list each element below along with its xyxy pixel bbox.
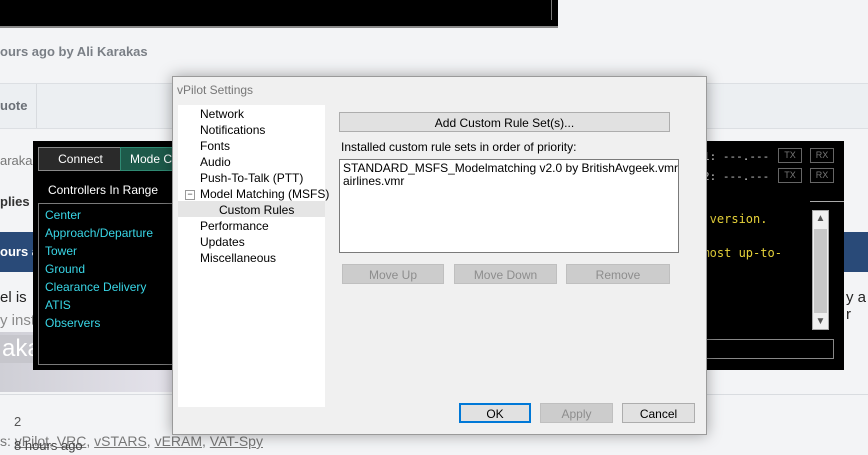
controller-category[interactable]: Clearance Delivery: [39, 278, 179, 296]
message-scrollbar[interactable]: ▲ ▼: [812, 210, 829, 330]
apply-button[interactable]: Apply: [540, 403, 613, 423]
controller-category[interactable]: Observers: [39, 314, 179, 332]
com2-tx-indicator: TX: [778, 168, 802, 183]
connect-button[interactable]: Connect: [38, 147, 123, 171]
post-byline: ours ago by Ali Karakas: [0, 44, 148, 59]
add-custom-rule-set-button[interactable]: Add Custom Rule Set(s)...: [339, 112, 670, 132]
tags-prefix: s:: [0, 433, 11, 449]
tree-item-model-matching[interactable]: Model Matching (MSFS): [200, 187, 329, 201]
com2-rx-indicator: RX: [810, 168, 834, 183]
controllers-header: Controllers In Range: [47, 183, 159, 197]
tree-item-notifications[interactable]: Notifications: [200, 123, 265, 137]
replies-heading: plies: [0, 194, 30, 209]
tag-link[interactable]: VAT-Spy: [210, 433, 263, 449]
com1-frequency: 1: ---.---: [703, 150, 770, 163]
controller-category[interactable]: Approach/Departure: [39, 224, 179, 242]
tree-item-network[interactable]: Network: [200, 107, 244, 121]
tree-item-performance[interactable]: Performance: [200, 219, 269, 233]
forum-image: [0, 0, 558, 28]
installed-rule-sets-label: Installed custom rule sets in order of p…: [341, 140, 577, 154]
collapse-icon[interactable]: −: [185, 190, 195, 200]
scroll-up-icon[interactable]: ▲: [813, 211, 828, 226]
tree-item-updates[interactable]: Updates: [200, 235, 245, 249]
panel-divider: [810, 201, 844, 202]
remove-button[interactable]: Remove: [566, 264, 670, 284]
ok-button[interactable]: OK: [459, 403, 531, 423]
tree-item-miscellaneous[interactable]: Miscellaneous: [200, 251, 276, 265]
tag-link[interactable]: vSTARS: [94, 433, 147, 449]
rule-sets-list[interactable]: STANDARD_MSFS_Modelmatching v2.0 by Brit…: [339, 159, 679, 253]
controller-category[interactable]: Center: [39, 206, 179, 224]
controller-category[interactable]: Ground: [39, 260, 179, 278]
cancel-button[interactable]: Cancel: [622, 403, 695, 423]
reply-text-line-2: y inst: [0, 312, 36, 329]
tree-item-custom-rules[interactable]: Custom Rules: [219, 203, 294, 217]
settings-dialog: vPilot Settings Network Notifications Fo…: [172, 76, 707, 435]
scroll-thumb[interactable]: [814, 229, 827, 313]
com1-tx-indicator: TX: [778, 148, 802, 163]
post-time: 8 hours ago: [14, 438, 83, 453]
move-down-button[interactable]: Move Down: [454, 264, 557, 284]
controllers-list: Center Approach/Departure Tower Ground C…: [38, 203, 180, 365]
scroll-down-icon[interactable]: ▼: [813, 314, 828, 329]
controller-category[interactable]: ATIS: [39, 296, 179, 314]
message-area: st version. e most up-to-: [688, 210, 831, 330]
rule-set-item[interactable]: airlines.vmr: [343, 175, 675, 188]
tree-item-ptt[interactable]: Push-To-Talk (PTT): [200, 171, 303, 185]
quote-button[interactable]: uote: [0, 98, 27, 113]
com2-frequency: 2: ---.---: [703, 170, 770, 183]
author-fragment: araka: [0, 153, 33, 168]
move-up-button[interactable]: Move Up: [342, 264, 444, 284]
tag-link[interactable]: vERAM: [155, 433, 202, 449]
reply-text-right: y a r: [846, 289, 867, 323]
com1-rx-indicator: RX: [810, 148, 834, 163]
tree-item-audio[interactable]: Audio: [200, 155, 231, 169]
message-input[interactable]: [688, 339, 834, 359]
reply-count: 2: [14, 414, 22, 429]
tree-item-fonts[interactable]: Fonts: [200, 139, 230, 153]
controller-category[interactable]: Tower: [39, 242, 179, 260]
reply-text-line-1: el is: [0, 289, 27, 306]
settings-tree: Network Notifications Fonts Audio Push-T…: [178, 105, 329, 407]
dialog-title: vPilot Settings: [177, 83, 254, 97]
